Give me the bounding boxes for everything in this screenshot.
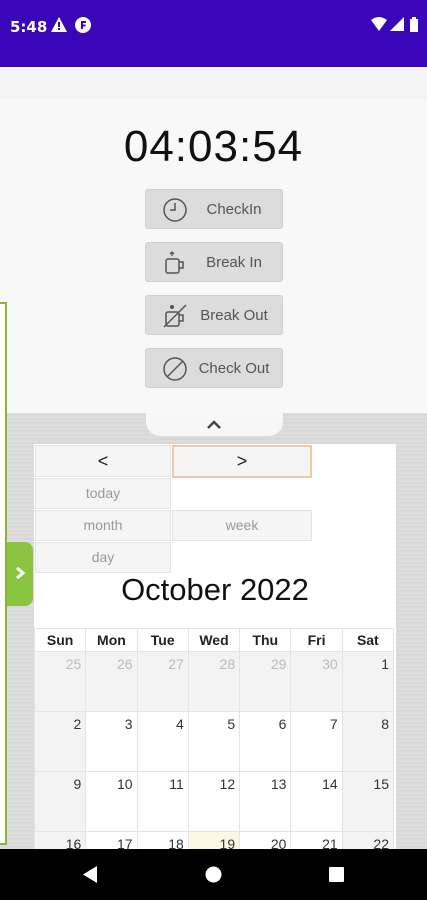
calendar-day-cell[interactable]: 10 <box>85 771 138 832</box>
calendar-day-cell[interactable]: 28 <box>187 651 241 712</box>
day-header: Fri <box>290 628 343 652</box>
calendar-day-cell[interactable]: 26 <box>85 651 138 712</box>
system-navigation-bar <box>0 849 427 900</box>
calendar-day-cell[interactable]: 15 <box>341 771 395 832</box>
top-toolbar <box>0 67 427 99</box>
calendar-month-view-button[interactable]: month <box>35 510 171 541</box>
calendar-day-cell[interactable]: 8 <box>341 711 395 772</box>
check-in-label: CheckIn <box>206 200 262 218</box>
calendar-title: October 2022 <box>121 572 309 607</box>
calendar-prev-button[interactable]: < <box>35 445 171 477</box>
chevron-right-icon <box>16 566 26 580</box>
day-header: Tue <box>136 628 189 652</box>
calendar-day-cell[interactable]: 11 <box>136 771 189 832</box>
wifi-icon <box>371 17 387 36</box>
day-header: Wed <box>187 628 241 652</box>
break-in-label: Break In <box>206 253 262 271</box>
calendar-day-cell[interactable]: 27 <box>136 651 189 712</box>
app-notification-icon <box>75 17 91 38</box>
calendar-next-button[interactable]: > <box>172 445 312 478</box>
attendance-panel: 04:03:54 CheckIn Break In Break Out Chec… <box>0 98 427 413</box>
status-time: 5:48 <box>10 18 48 36</box>
calendar-day-cell[interactable]: 25 <box>33 651 87 712</box>
calendar-day-cell[interactable]: 7 <box>290 711 343 772</box>
check-out-label: Check Out <box>198 359 270 377</box>
warning-icon <box>51 17 67 37</box>
day-header: Thu <box>239 628 292 652</box>
calendar-day-cell[interactable]: 14 <box>290 771 343 832</box>
calendar-day-cell[interactable]: 29 <box>239 651 292 712</box>
side-drawer-toggle[interactable] <box>7 542 33 606</box>
home-icon[interactable] <box>205 866 222 888</box>
calendar-day-cell[interactable]: 3 <box>85 711 138 772</box>
day-header: Sat <box>341 628 395 652</box>
calendar-day-cell[interactable]: 5 <box>187 711 241 772</box>
calendar-week-view-button[interactable]: week <box>172 510 312 541</box>
calendar-day-cell[interactable]: 1 <box>341 651 395 712</box>
check-out-button[interactable]: Check Out <box>145 348 283 388</box>
calendar-week-row: 2 3 4 5 6 7 8 <box>33 711 395 772</box>
check-in-button[interactable]: CheckIn <box>145 189 283 229</box>
elapsed-timer: 04:03:54 <box>123 122 304 171</box>
calendar-day-cell[interactable]: 30 <box>290 651 343 712</box>
recents-icon[interactable] <box>329 867 344 887</box>
calendar-day-cell[interactable]: 9 <box>33 771 87 832</box>
side-drawer-edge <box>0 302 7 845</box>
calendar: < > today month week day October 2022 Su… <box>33 444 396 892</box>
calendar-week-row: 25 26 27 28 29 30 1 <box>33 651 395 712</box>
calendar-day-cell[interactable]: 6 <box>239 711 292 772</box>
collapse-panel-button[interactable] <box>146 413 283 436</box>
day-header: Mon <box>85 628 138 652</box>
break-out-button[interactable]: Break Out <box>145 295 283 335</box>
calendar-day-cell[interactable]: 2 <box>33 711 87 772</box>
status-bar: 5:48 <box>0 0 427 67</box>
calendar-today-button[interactable]: today <box>35 478 171 509</box>
chevron-up-icon <box>207 420 221 429</box>
back-icon[interactable] <box>82 866 98 888</box>
battery-icon <box>410 17 418 37</box>
day-header: Sun <box>33 628 87 652</box>
calendar-header-row: Sun Mon Tue Wed Thu Fri Sat <box>33 628 395 652</box>
calendar-day-cell[interactable]: 4 <box>136 711 189 772</box>
calendar-day-cell[interactable]: 13 <box>239 771 292 832</box>
calendar-week-row: 9 10 11 12 13 14 15 <box>33 771 395 832</box>
break-in-button[interactable]: Break In <box>145 242 283 282</box>
calendar-day-view-button[interactable]: day <box>35 542 171 573</box>
break-out-label: Break Out <box>200 306 268 324</box>
calendar-day-cell[interactable]: 12 <box>187 771 241 832</box>
signal-icon <box>390 17 404 36</box>
